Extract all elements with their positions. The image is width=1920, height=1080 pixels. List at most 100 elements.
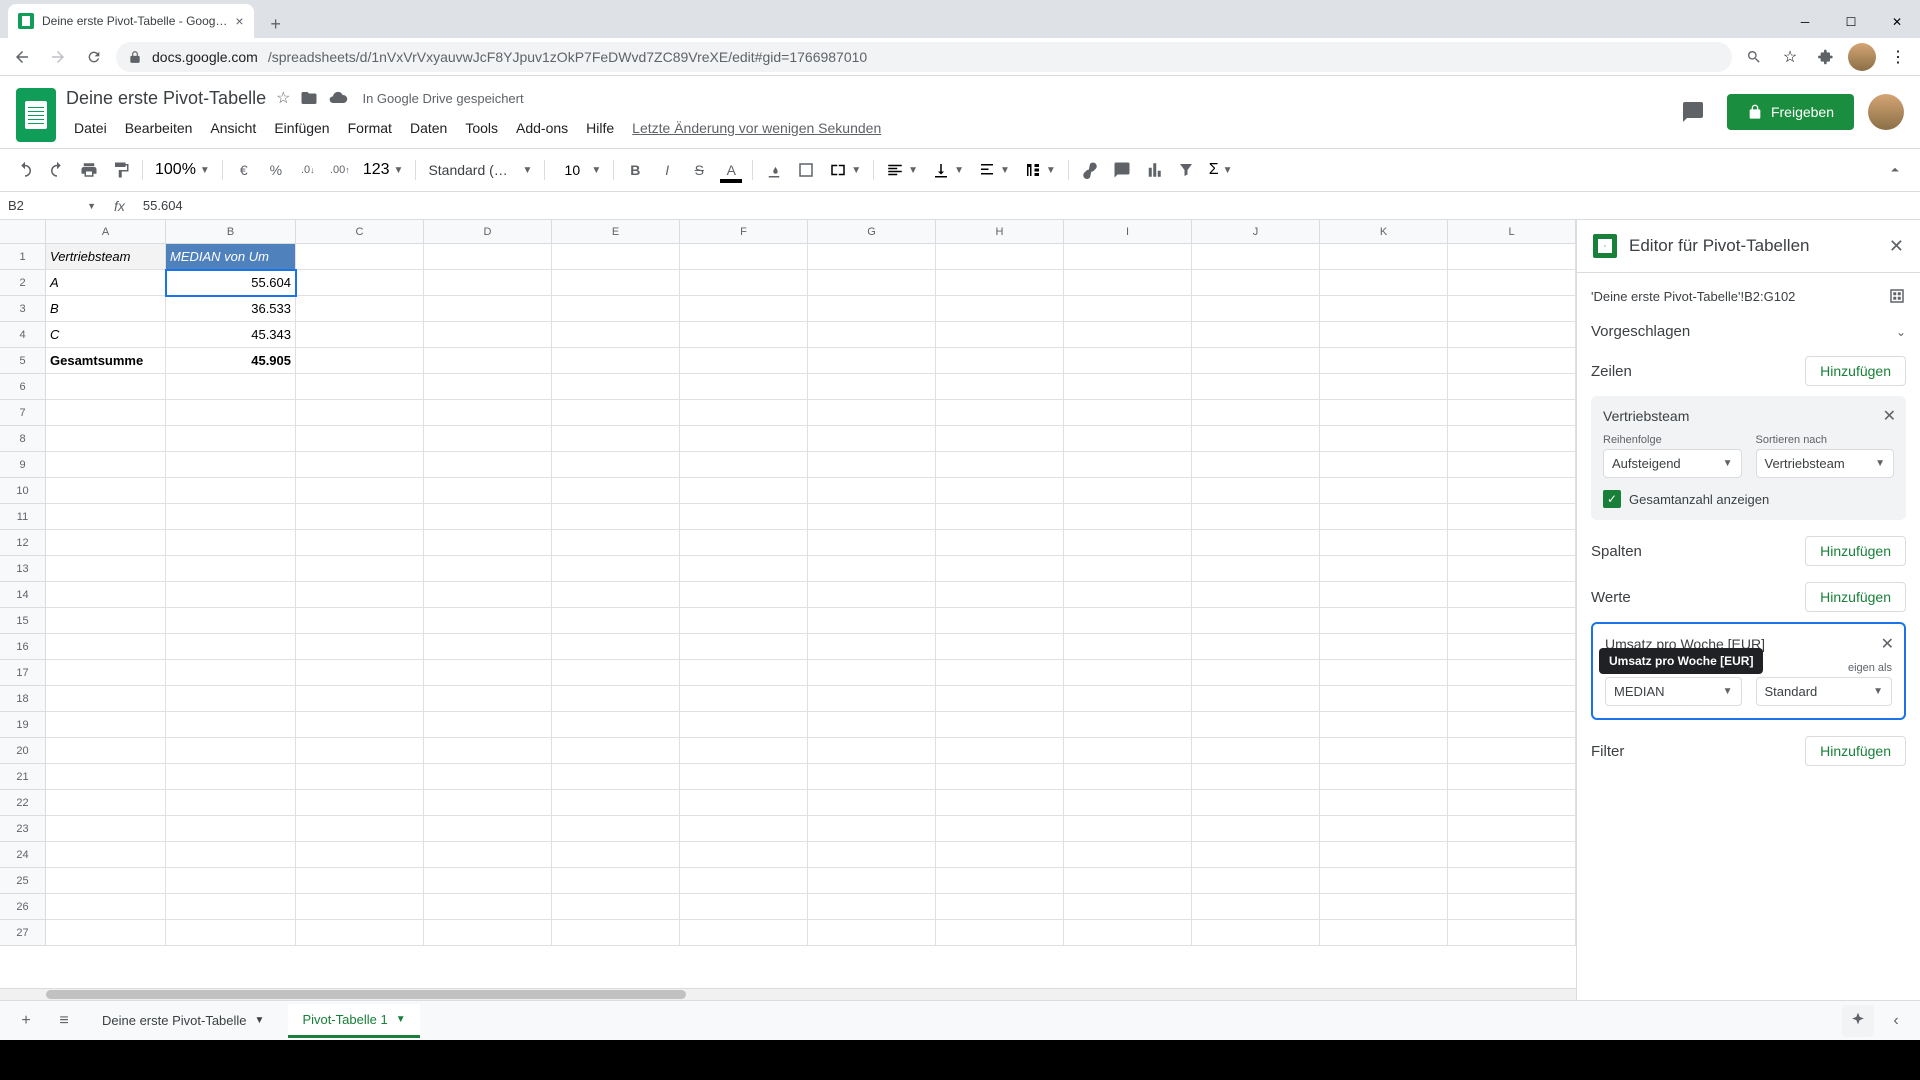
cell[interactable] — [1448, 322, 1576, 348]
cell[interactable] — [552, 764, 680, 790]
cell[interactable] — [936, 374, 1064, 400]
cell[interactable] — [680, 842, 808, 868]
row-header[interactable]: 12 — [0, 530, 46, 556]
cell[interactable] — [166, 634, 296, 660]
cell[interactable] — [166, 660, 296, 686]
cell[interactable] — [1320, 868, 1448, 894]
cell[interactable] — [296, 608, 424, 634]
row-header[interactable]: 19 — [0, 712, 46, 738]
cell[interactable] — [1448, 712, 1576, 738]
cell[interactable] — [166, 582, 296, 608]
row-header[interactable]: 10 — [0, 478, 46, 504]
cell[interactable] — [296, 452, 424, 478]
cell[interactable] — [1192, 660, 1320, 686]
cell[interactable]: 55.604 — [166, 270, 296, 296]
cell[interactable] — [680, 686, 808, 712]
merge-button[interactable]: ▼ — [823, 161, 867, 179]
undo-button[interactable] — [10, 155, 40, 185]
menu-datei[interactable]: Datei — [66, 116, 115, 140]
cell[interactable] — [552, 660, 680, 686]
star-icon[interactable]: ☆ — [276, 88, 290, 108]
cell[interactable] — [1448, 686, 1576, 712]
cell[interactable] — [1448, 764, 1576, 790]
sheet-tab-2[interactable]: Pivot-Tabelle 1▼ — [288, 1004, 419, 1038]
cell[interactable] — [552, 322, 680, 348]
cell[interactable] — [808, 920, 936, 946]
filter-button[interactable] — [1171, 155, 1201, 185]
row-header[interactable]: 1 — [0, 244, 46, 270]
cell[interactable] — [296, 426, 424, 452]
cell[interactable] — [936, 504, 1064, 530]
cell[interactable] — [46, 374, 166, 400]
cell[interactable] — [552, 712, 680, 738]
cell[interactable] — [936, 348, 1064, 374]
remove-row-card-button[interactable]: ✕ — [1883, 406, 1896, 426]
row-header[interactable]: 24 — [0, 842, 46, 868]
row-header[interactable]: 27 — [0, 920, 46, 946]
cell[interactable]: 45.905 — [166, 348, 296, 374]
cell[interactable] — [552, 634, 680, 660]
col-header-A[interactable]: A — [46, 220, 166, 244]
wrap-button[interactable]: ▼ — [972, 161, 1016, 179]
cell[interactable] — [1064, 374, 1192, 400]
cell[interactable] — [166, 790, 296, 816]
cell[interactable] — [296, 322, 424, 348]
values-card-umsatz[interactable]: Umsatz pro Woche [EUR] ✕ Umsatz pro Woch… — [1591, 622, 1906, 720]
cell[interactable] — [424, 296, 552, 322]
cell[interactable] — [808, 270, 936, 296]
percent-button[interactable]: % — [261, 155, 291, 185]
cell[interactable]: 36.533 — [166, 296, 296, 322]
suggested-section[interactable]: Vorgeschlagen ⌄ — [1591, 323, 1906, 340]
cell[interactable] — [1192, 530, 1320, 556]
cell[interactable] — [1192, 608, 1320, 634]
sheets-logo[interactable] — [16, 88, 56, 142]
cell[interactable] — [166, 530, 296, 556]
cell[interactable] — [680, 452, 808, 478]
cell[interactable] — [1320, 842, 1448, 868]
cell[interactable] — [296, 530, 424, 556]
cell[interactable] — [1320, 634, 1448, 660]
menu-daten[interactable]: Daten — [402, 116, 455, 140]
cell[interactable] — [1192, 920, 1320, 946]
cell[interactable] — [552, 790, 680, 816]
cell[interactable] — [552, 686, 680, 712]
cell[interactable] — [1448, 270, 1576, 296]
cell[interactable] — [936, 634, 1064, 660]
functions-button[interactable]: Σ▼ — [1203, 161, 1239, 179]
cell[interactable] — [296, 738, 424, 764]
comments-button[interactable] — [1673, 92, 1713, 132]
row-header[interactable]: 13 — [0, 556, 46, 582]
row-header[interactable]: 11 — [0, 504, 46, 530]
cell[interactable] — [1320, 400, 1448, 426]
cell[interactable] — [1064, 764, 1192, 790]
cell[interactable] — [1064, 582, 1192, 608]
cell[interactable] — [424, 400, 552, 426]
close-tab-icon[interactable]: × — [235, 13, 243, 29]
cell[interactable] — [424, 322, 552, 348]
cell[interactable] — [1448, 478, 1576, 504]
cell[interactable] — [1192, 478, 1320, 504]
forward-button[interactable] — [44, 43, 72, 71]
strike-button[interactable]: S — [684, 155, 714, 185]
cell[interactable] — [680, 348, 808, 374]
cell[interactable] — [166, 504, 296, 530]
cell[interactable] — [424, 686, 552, 712]
cell[interactable] — [808, 348, 936, 374]
cell[interactable] — [46, 530, 166, 556]
cell[interactable] — [808, 504, 936, 530]
menu-format[interactable]: Format — [340, 116, 400, 140]
chart-button[interactable] — [1139, 155, 1169, 185]
all-sheets-button[interactable]: ≡ — [50, 1007, 78, 1035]
cell[interactable] — [552, 556, 680, 582]
cell[interactable] — [46, 478, 166, 504]
cell[interactable] — [1448, 296, 1576, 322]
cell[interactable] — [46, 920, 166, 946]
close-pivot-editor-button[interactable]: ✕ — [1889, 236, 1904, 257]
cell[interactable] — [1448, 738, 1576, 764]
cell[interactable] — [1192, 348, 1320, 374]
select-range-icon[interactable] — [1888, 287, 1906, 305]
cell[interactable] — [1448, 504, 1576, 530]
cell[interactable] — [1320, 426, 1448, 452]
document-title[interactable]: Deine erste Pivot-Tabelle — [66, 88, 266, 109]
cell[interactable] — [1064, 660, 1192, 686]
